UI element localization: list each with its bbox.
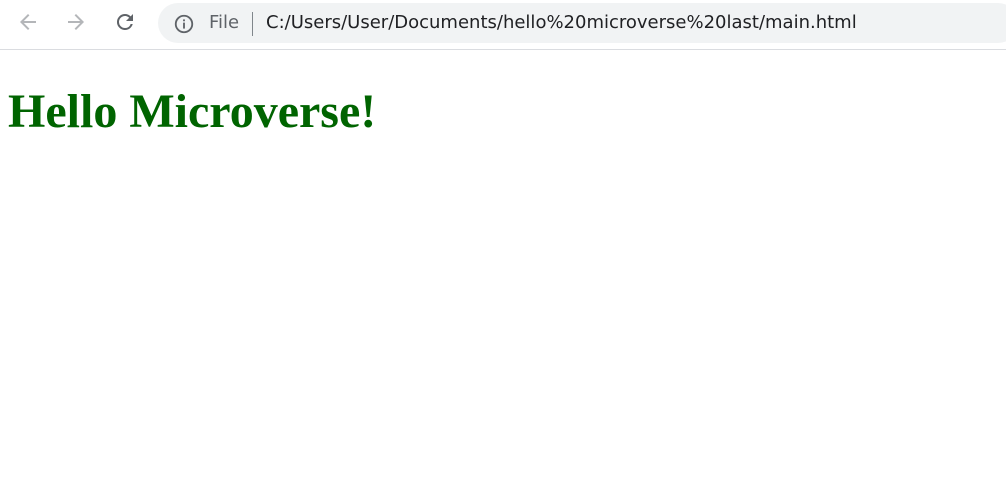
reload-button[interactable] bbox=[111, 8, 139, 36]
chip-divider bbox=[252, 12, 253, 36]
info-circle-icon bbox=[174, 14, 194, 34]
page-heading: Hello Microverse! bbox=[8, 85, 377, 138]
back-button[interactable] bbox=[14, 8, 42, 36]
site-info-button[interactable] bbox=[173, 13, 195, 35]
browser-toolbar: File C:/Users/User/Documents/hello%20mic… bbox=[0, 0, 1006, 50]
scheme-chip[interactable]: File bbox=[209, 12, 239, 34]
arrow-left-icon bbox=[20, 14, 36, 30]
url-text[interactable]: C:/Users/User/Documents/hello%20microver… bbox=[266, 12, 996, 34]
arrow-right-icon bbox=[68, 14, 84, 30]
forward-button[interactable] bbox=[62, 8, 90, 36]
reload-icon bbox=[116, 13, 133, 30]
address-bar[interactable]: File C:/Users/User/Documents/hello%20mic… bbox=[158, 3, 1006, 43]
page-content: Hello Microverse! bbox=[0, 50, 1006, 480]
